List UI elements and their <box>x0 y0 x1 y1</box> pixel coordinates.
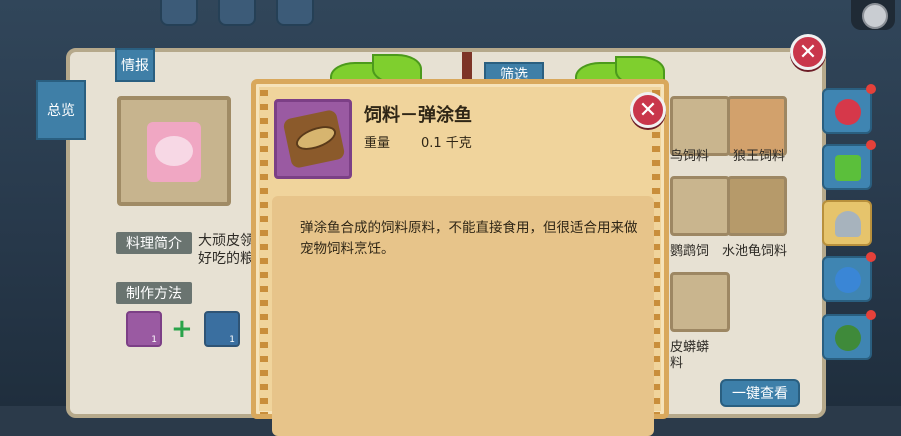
item-label: 水池龟饲料 <box>722 244 788 259</box>
one-click-view-button[interactable]: 一键查看 <box>720 379 800 407</box>
pet-food-bag-icon <box>147 122 201 182</box>
notification-dot <box>866 310 876 320</box>
close-icon: ✕ <box>790 34 826 70</box>
modal-close-button[interactable]: ✕ <box>630 92 666 128</box>
ingredient-meat-slot[interactable]: 1 <box>204 311 240 347</box>
item-python-feed[interactable] <box>670 272 730 332</box>
notification-dot <box>866 84 876 94</box>
notification-dot <box>866 140 876 150</box>
ingredient-2-count: 1 <box>229 335 235 345</box>
modal-title: 饲料－弹涂鱼 <box>364 105 472 126</box>
weight-label: 重量 <box>364 136 391 151</box>
fish-icon <box>835 267 861 293</box>
record-dot-icon <box>862 3 888 29</box>
item-parrot-feed[interactable] <box>670 176 730 236</box>
tab-info[interactable]: 情报 <box>115 48 155 82</box>
ingredient-feed-slot[interactable]: 1 <box>126 311 162 347</box>
modal-border-decoration <box>260 90 268 414</box>
hud-pet-icon[interactable] <box>276 0 314 26</box>
hud-calendar-icon[interactable] <box>160 0 198 26</box>
item-label: 狼王饲料 <box>733 149 786 164</box>
side-cooking-button[interactable] <box>822 200 872 246</box>
ingredient-1-count: 1 <box>151 335 157 345</box>
record-button[interactable] <box>851 0 895 30</box>
item-detail-modal: 饲料－弹涂鱼 重量 0.1 千克 ✕ 弹涂鱼合成的饲料原料，不能直接食用，但很适… <box>251 79 669 436</box>
side-fish-button[interactable] <box>822 252 876 302</box>
description-panel: 弹涂鱼合成的饲料原料，不能直接食用，但很适合用来做宠物饲料烹饪。 <box>272 196 654 436</box>
book-close-button[interactable]: ✕ <box>790 34 826 70</box>
tab-overview[interactable]: 总览 <box>36 80 86 140</box>
hud-house-icon[interactable] <box>218 0 256 26</box>
turtle-icon <box>835 325 861 351</box>
selected-dish-frame <box>117 96 231 206</box>
notification-dot <box>866 252 876 262</box>
item-label: 料 <box>670 356 684 371</box>
weight-value: 0.1 千克 <box>421 136 472 151</box>
cooking-intro-label: 料理简介 <box>116 232 192 254</box>
side-turtle-button[interactable] <box>822 310 876 360</box>
feed-mudskipper-icon <box>274 99 352 179</box>
item-description: 弹涂鱼合成的饲料原料，不能直接食用，但很适合用来做宠物饲料烹饪。 <box>300 220 638 257</box>
plant-icon <box>835 155 861 181</box>
item-pond-turtle-feed[interactable] <box>727 176 787 236</box>
close-icon: ✕ <box>630 92 666 128</box>
item-label: 鸟饲料 <box>670 149 710 164</box>
plus-icon: + <box>171 314 193 344</box>
side-farm-button[interactable] <box>822 140 876 190</box>
cloche-icon <box>835 211 861 237</box>
item-label: 鹦鹉饲 <box>670 244 710 259</box>
side-monster-button[interactable] <box>822 84 876 134</box>
monster-face-icon <box>835 99 861 125</box>
cooking-intro-text-2: 好吃的粮 <box>198 251 254 267</box>
cooking-intro-text-1: 大顽皮领 <box>198 233 254 249</box>
recipe-label: 制作方法 <box>116 282 192 304</box>
